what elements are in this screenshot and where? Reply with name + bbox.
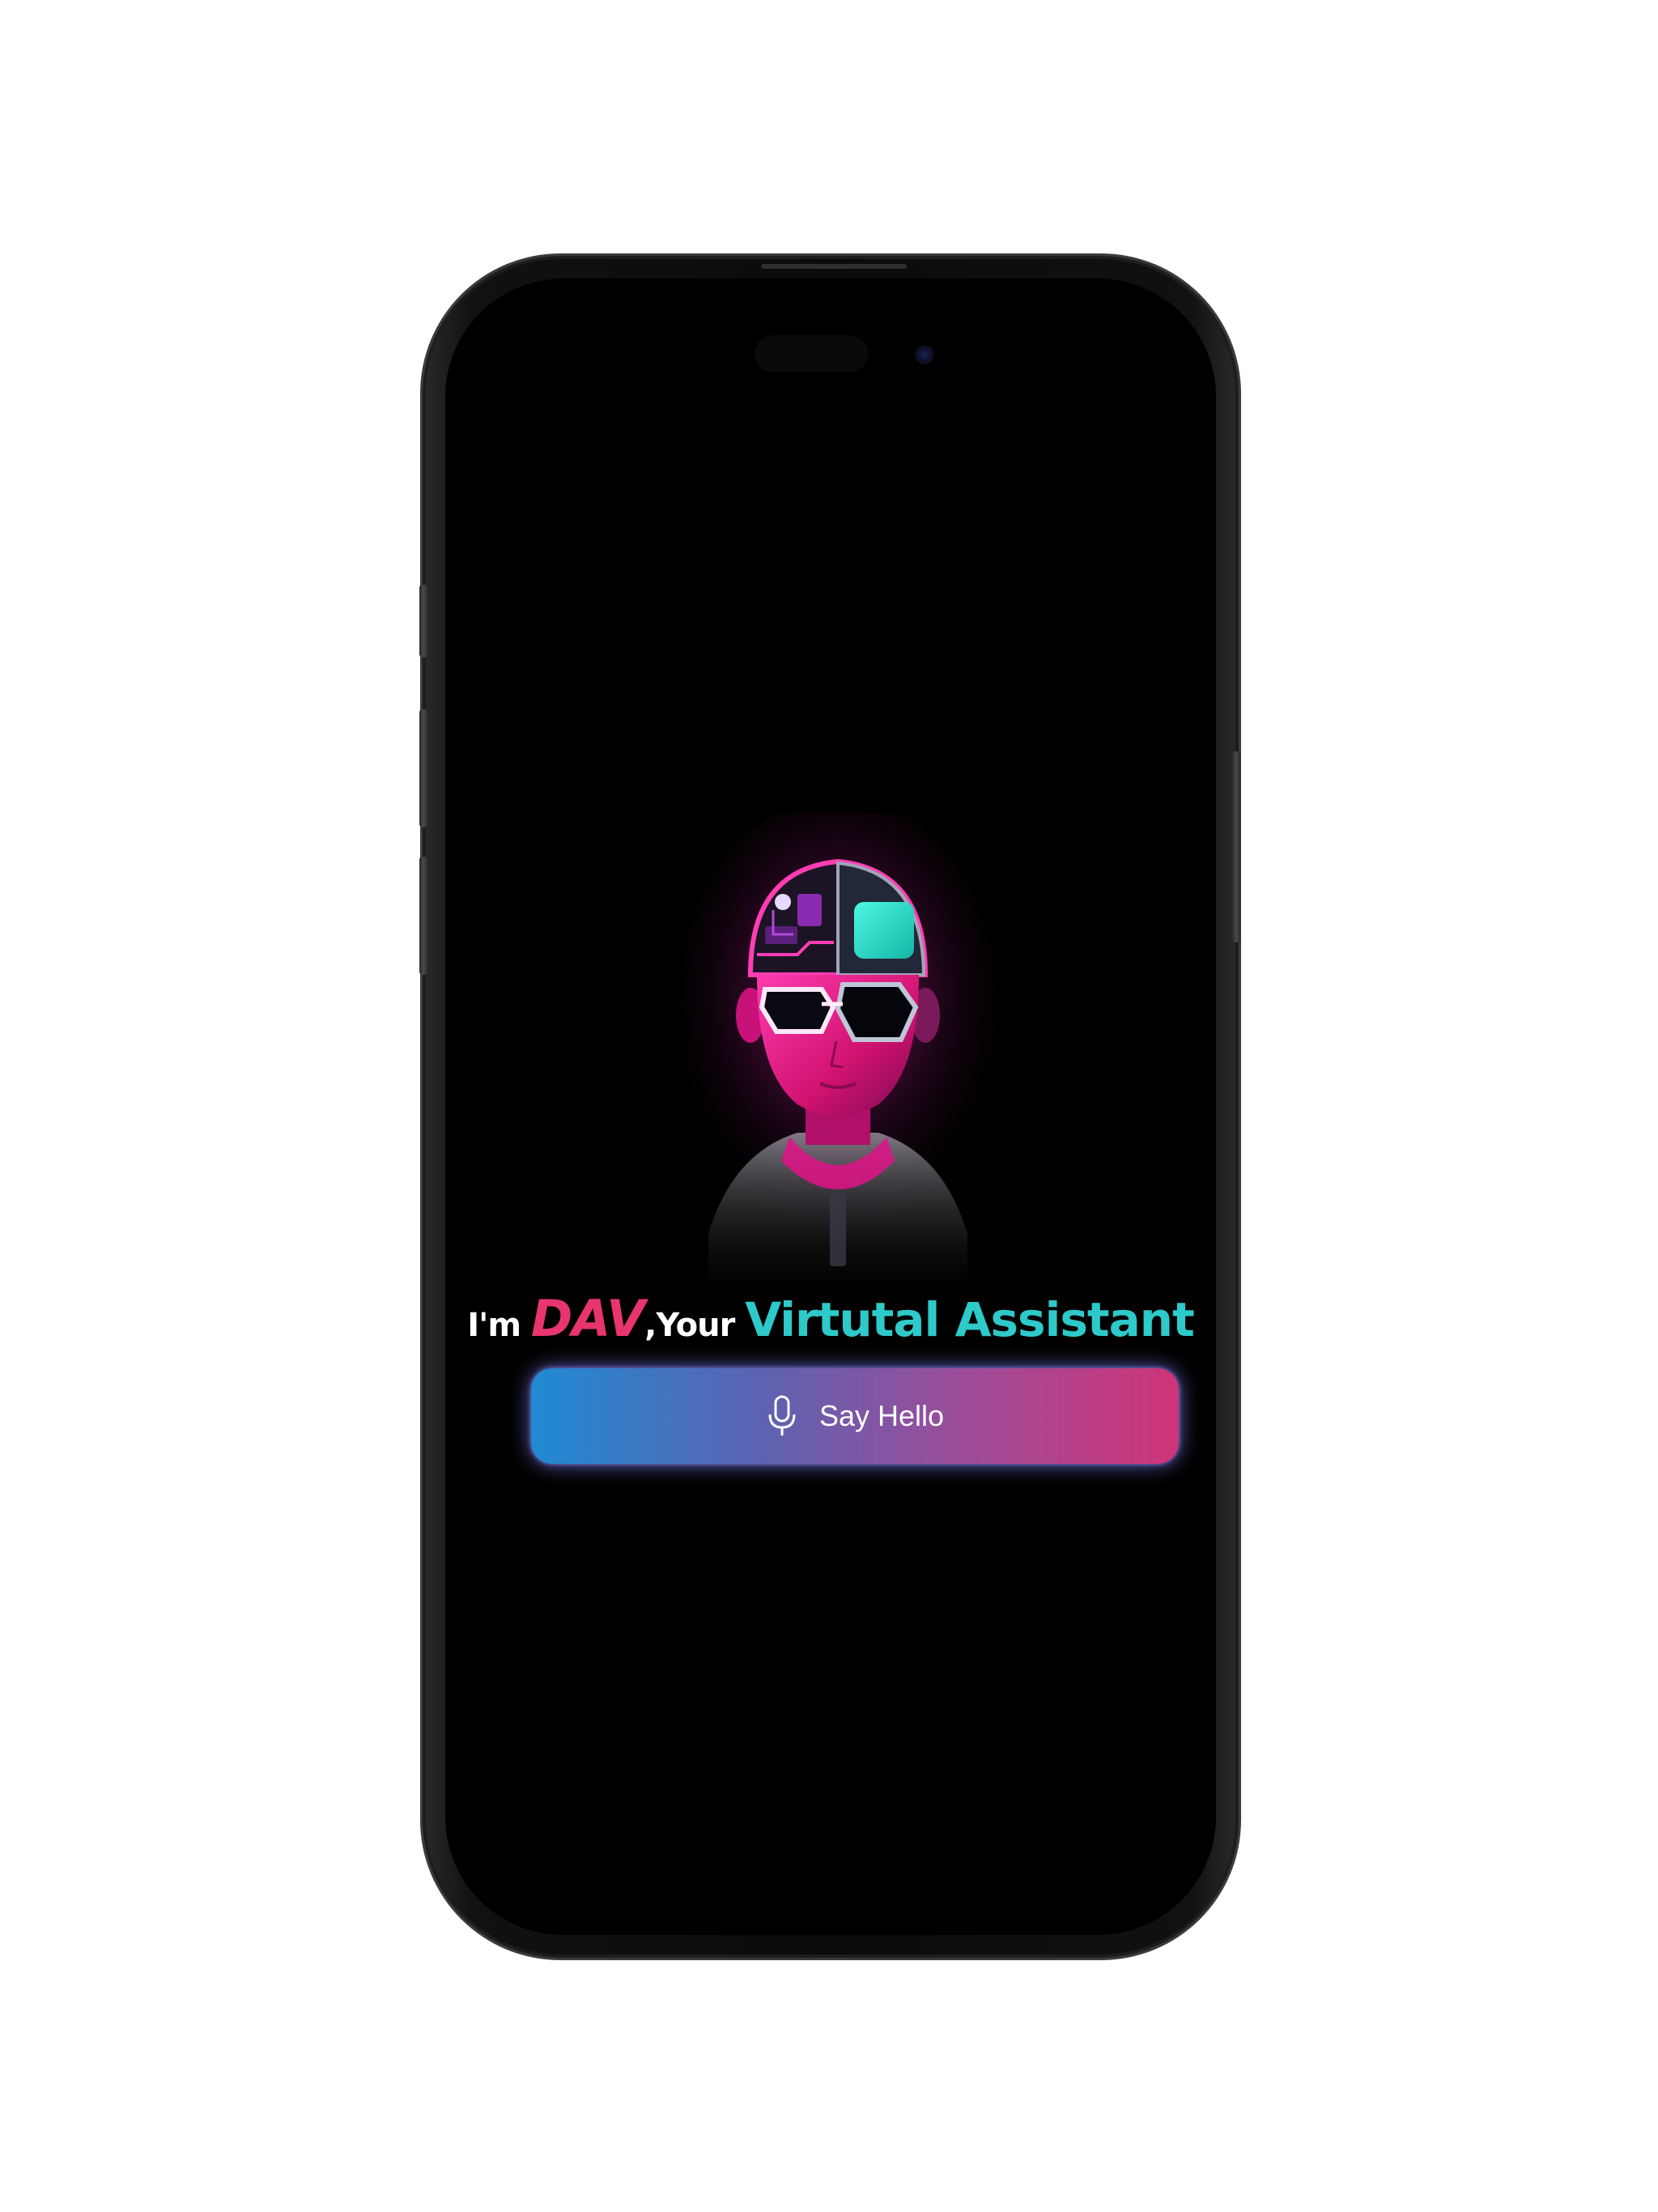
app-screen: I'm DAV,Your Virtutal Assistant Say Hell… — [445, 279, 1216, 1935]
headline-middle: ,Your — [644, 1307, 746, 1344]
headline: I'm DAV,Your Virtutal Assistant — [445, 1289, 1216, 1348]
front-camera-icon — [915, 345, 934, 364]
assistant-role: Virtutal Assistant — [745, 1292, 1195, 1347]
headline-prefix: I'm — [467, 1307, 531, 1344]
volume-down-button — [419, 857, 427, 975]
microphone-icon — [768, 1395, 796, 1436]
volume-up-button — [419, 709, 427, 827]
assistant-name: DAV — [530, 1289, 645, 1348]
cyberpunk-avatar-illustration — [676, 813, 1000, 1283]
speaker-grille — [761, 264, 907, 269]
dynamic-island — [755, 335, 868, 372]
phone-frame: I'm DAV,Your Virtutal Assistant Say Hell… — [423, 256, 1239, 1958]
action-button — [419, 585, 427, 657]
say-hello-label: Say Hello — [818, 1399, 945, 1432]
say-hello-button[interactable]: Say Hello — [531, 1368, 1179, 1464]
power-button — [1232, 751, 1240, 942]
